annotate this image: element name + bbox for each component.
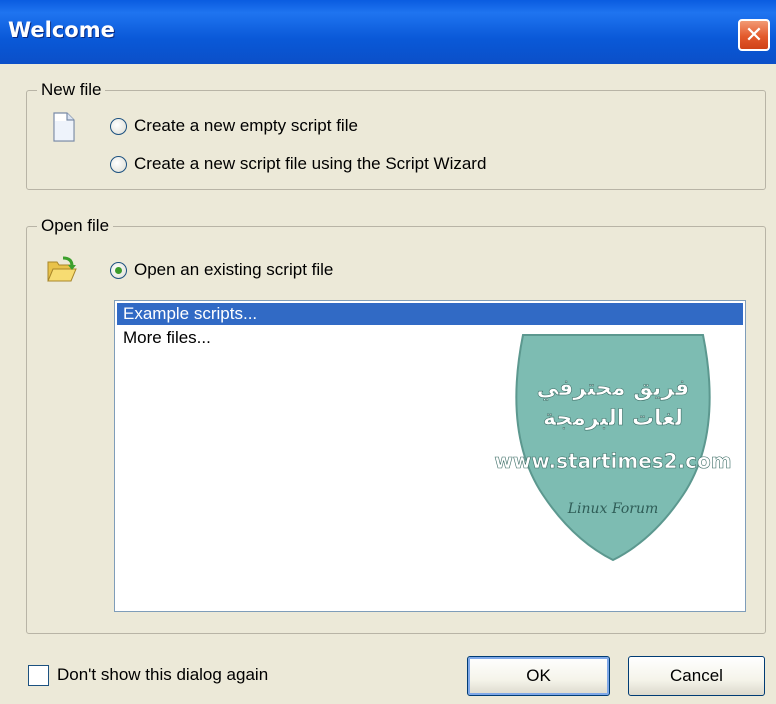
radio-new-empty-script[interactable]: Create a new empty script file bbox=[110, 114, 358, 138]
window-title: Welcome bbox=[8, 18, 115, 42]
script-file-list[interactable]: Example scripts... More files... فريق مح… bbox=[114, 300, 746, 612]
list-item-example-scripts[interactable]: Example scripts... bbox=[117, 303, 743, 325]
ok-button[interactable]: OK bbox=[467, 656, 610, 696]
watermark-line3: www.startimes2.com bbox=[494, 449, 731, 473]
watermark-logo: فريق محترفي لغات البرمجة www.startimes2.… bbox=[494, 334, 732, 562]
dont-show-checkbox[interactable] bbox=[28, 665, 49, 686]
watermark-line1: فريق محترفي bbox=[537, 376, 690, 401]
radio-label: Create a new empty script file bbox=[134, 116, 358, 135]
close-icon: ✕ bbox=[744, 22, 764, 48]
radio-open-existing-script[interactable]: Open an existing script file bbox=[110, 258, 333, 282]
document-icon bbox=[53, 112, 75, 142]
cancel-button[interactable]: Cancel bbox=[628, 656, 765, 696]
watermark-line2: لغات البرمجة bbox=[543, 406, 683, 431]
radio-new-script-wizard[interactable]: Create a new script file using the Scrip… bbox=[110, 152, 486, 176]
dont-show-label[interactable]: Don't show this dialog again bbox=[57, 664, 268, 686]
title-bar[interactable]: Welcome ✕ bbox=[0, 0, 776, 64]
radio-label: Create a new script file using the Scrip… bbox=[134, 154, 487, 173]
open-folder-icon bbox=[47, 256, 77, 282]
close-button[interactable]: ✕ bbox=[738, 19, 770, 51]
radio-button[interactable] bbox=[110, 155, 127, 173]
radio-button[interactable] bbox=[110, 117, 127, 135]
radio-label: Open an existing script file bbox=[134, 260, 334, 279]
watermark-line4: Linux Forum bbox=[567, 501, 659, 517]
new-file-legend: New file bbox=[37, 79, 106, 101]
radio-button[interactable] bbox=[110, 261, 127, 279]
open-file-legend: Open file bbox=[37, 215, 114, 237]
